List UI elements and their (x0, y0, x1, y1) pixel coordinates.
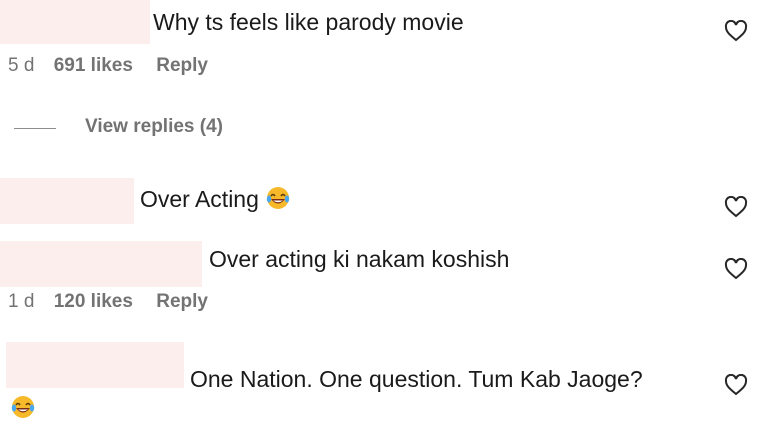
redacted-username (0, 241, 202, 287)
like-button[interactable] (724, 258, 748, 280)
like-button[interactable] (724, 20, 748, 42)
comment-text: Over acting ki nakam koshish (209, 246, 510, 272)
comment-meta: 1 d 120 likes Reply (8, 290, 208, 314)
laughing-tears-emoji (10, 394, 36, 420)
likes-count[interactable]: 691 likes (54, 55, 133, 76)
comment-text-content: Over Acting (140, 186, 259, 212)
like-button[interactable] (724, 196, 748, 218)
comment-time: 5 d (8, 55, 35, 76)
heart-outline-icon (724, 20, 748, 42)
comment-text: Over Acting (140, 185, 291, 213)
like-button[interactable] (724, 374, 748, 396)
comment-text: One Nation. One question. Tum Kab Jaoge? (190, 366, 643, 392)
view-replies-button[interactable]: View replies (4) (85, 115, 223, 139)
heart-outline-icon (724, 196, 748, 218)
view-replies-divider (14, 128, 56, 129)
comment-meta: 5 d 691 likes Reply (8, 54, 208, 78)
laughing-tears-emoji (265, 185, 291, 211)
redacted-username (6, 342, 184, 388)
heart-outline-icon (724, 258, 748, 280)
likes-count[interactable]: 120 likes (54, 291, 133, 312)
reply-button[interactable]: Reply (156, 291, 208, 312)
reply-button[interactable]: Reply (156, 55, 208, 76)
comment-text: Why ts feels like parody movie (153, 9, 464, 35)
comment-time: 1 d (8, 291, 35, 312)
redacted-username (0, 178, 134, 224)
heart-outline-icon (724, 374, 748, 396)
redacted-username (0, 0, 150, 44)
